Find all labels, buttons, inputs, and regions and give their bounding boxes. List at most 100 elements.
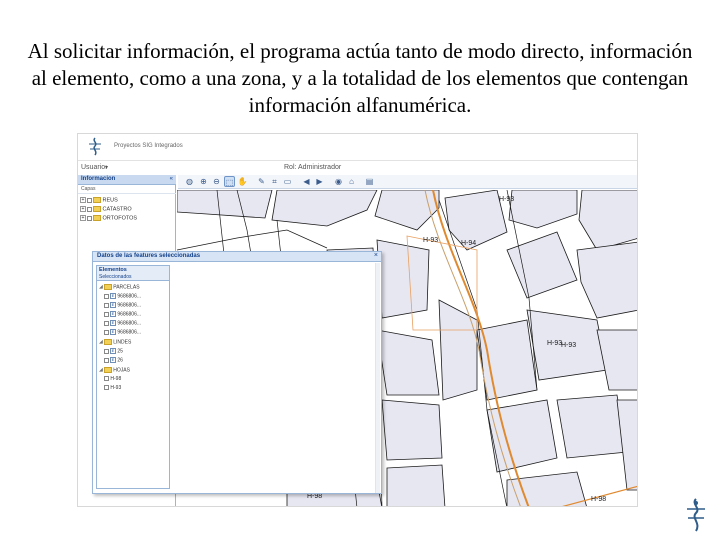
collapse-panel-icon[interactable]: « (170, 176, 173, 182)
close-icon[interactable]: × (374, 252, 378, 259)
expand-icon[interactable]: + (80, 197, 86, 203)
tree-item[interactable]: E 9686806... (103, 311, 141, 319)
print-icon[interactable]: ▤ (364, 176, 375, 187)
home-icon[interactable]: ⌂ (346, 176, 357, 187)
folder-icon (93, 215, 101, 221)
folder-icon (103, 284, 112, 290)
app-logo-icon (89, 137, 101, 156)
zoom-in-icon[interactable]: ⊕ (198, 176, 209, 187)
feature-icon: E (110, 302, 116, 308)
tree-item[interactable]: E 25 (103, 348, 123, 356)
forward-icon[interactable]: ▶ (314, 176, 325, 187)
info-panel-header[interactable]: Informacion « (78, 175, 176, 185)
tree-item-label: 9686806... (117, 302, 142, 309)
tree-item-label: 26 (117, 357, 123, 364)
layer-item-catastro[interactable]: + CATASTRO (80, 206, 132, 214)
expand-arrow-icon[interactable]: ◢ (99, 284, 103, 290)
map-label: H-98 (307, 493, 322, 500)
info-panel-title: Informacion (81, 176, 116, 182)
layer-item-ortofotos[interactable]: + ORTOFOTOS (80, 215, 137, 223)
tree-header-title: Elementos (99, 267, 127, 273)
item-checkbox[interactable] (104, 376, 109, 382)
tree-group-hojas[interactable]: ◢ HOJAS (99, 367, 130, 375)
expand-icon[interactable]: + (80, 206, 86, 212)
slide-caption: Al solicitar información, el programa ac… (27, 39, 693, 117)
layer-checkbox[interactable] (87, 215, 92, 221)
zoom-out-icon[interactable]: ⊖ (211, 176, 222, 187)
feature-details-pane (172, 265, 379, 489)
item-checkbox[interactable] (104, 302, 109, 308)
map-label: H-94 (461, 240, 476, 247)
tree-item[interactable]: E 9686806... (103, 320, 141, 328)
item-checkbox[interactable] (104, 311, 109, 317)
pan-icon[interactable]: ✋ (237, 176, 248, 187)
dialog-titlebar[interactable]: Datos de las features seleccionadas × (93, 252, 381, 262)
layer-checkbox[interactable] (87, 206, 92, 212)
tree-item[interactable]: E 26 (103, 357, 123, 365)
app-header: Proyectos SIG Integrados (78, 134, 637, 160)
tree-group-parcelas[interactable]: ◢ PARCELAS (99, 284, 140, 292)
select-area-icon[interactable]: ⬚ (224, 176, 235, 187)
tree-item-label: 9686806... (117, 293, 142, 300)
user-label: Usuario: (81, 164, 108, 171)
tree-header-subtitle: Seleccionados (99, 274, 132, 280)
folder-icon (103, 367, 112, 373)
features-tree: Elementos Seleccionados ◢ PARCELAS E 968… (96, 265, 170, 489)
folder-icon (93, 206, 101, 212)
tree-item-label: H-93 (110, 385, 122, 391)
tree-item-label: 9686806... (117, 320, 142, 327)
layer-label: ORTOFOTOS (102, 215, 138, 222)
tree-group-lindes[interactable]: ◢ LINDES (99, 339, 131, 347)
feature-icon: E (110, 293, 116, 299)
selected-features-dialog: Datos de las features seleccionadas × El… (92, 251, 382, 494)
layer-label: REUS (102, 197, 118, 204)
user-bar: Usuario: ▾ Rol: Administrador (78, 160, 637, 175)
folder-icon (103, 339, 112, 345)
map-label: H-98 (591, 496, 606, 503)
tree-item-label: 25 (117, 348, 123, 355)
tree-item[interactable]: E 9686806... (103, 329, 141, 337)
feature-icon: E (110, 357, 116, 363)
expand-icon[interactable]: + (80, 215, 86, 221)
user-dropdown-icon[interactable]: ▾ (105, 164, 108, 171)
globe-icon[interactable]: ◍ (184, 176, 195, 187)
tree-item[interactable]: E 9686806... (103, 302, 141, 310)
tree-item[interactable]: H-93 (103, 385, 121, 393)
feature-icon: E (110, 311, 116, 317)
feature-icon: E (110, 348, 116, 354)
tree-item[interactable]: H-98 (103, 376, 121, 384)
tree-item-label: 9686806... (117, 329, 142, 336)
map-label: H-93 (547, 340, 562, 347)
item-checkbox[interactable] (104, 329, 109, 335)
expand-arrow-icon[interactable]: ◢ (99, 339, 103, 345)
tree-header: Elementos Seleccionados (97, 266, 169, 281)
dialog-title: Datos de las features seleccionadas (97, 253, 201, 259)
measure-icon[interactable]: ⌗ (269, 176, 280, 187)
tree-item[interactable]: E 9686806... (103, 293, 141, 301)
item-checkbox[interactable] (104, 348, 109, 354)
folder-icon (93, 197, 101, 203)
layers-label: Capas (81, 186, 96, 192)
app-title: Proyectos SIG Integrados (114, 143, 183, 149)
binoculars-icon[interactable]: ◉ (333, 176, 344, 187)
item-checkbox[interactable] (104, 320, 109, 326)
layer-item-reus[interactable]: + REUS (80, 197, 118, 205)
layer-checkbox[interactable] (87, 197, 92, 203)
role-label: Rol: Administrador (284, 164, 342, 171)
back-icon[interactable]: ◀ (301, 176, 312, 187)
gis-app-window: Proyectos SIG Integrados Usuario: ▾ Rol:… (77, 133, 638, 507)
expand-arrow-icon[interactable]: ◢ (99, 367, 103, 373)
item-checkbox[interactable] (104, 293, 109, 299)
corner-logo-icon (687, 498, 705, 532)
item-checkbox[interactable] (104, 385, 109, 391)
tree-group-label: LINDES (113, 339, 132, 346)
layer-label: CATASTRO (102, 206, 132, 213)
draw-line-icon[interactable]: ✎ (256, 176, 267, 187)
map-label: H-93 (561, 342, 576, 349)
item-checkbox[interactable] (104, 357, 109, 363)
map-label: H-93 (499, 196, 514, 203)
erase-icon[interactable]: ▭ (282, 176, 293, 187)
dialog-scrollbar[interactable] (375, 263, 380, 493)
feature-icon: E (110, 320, 116, 326)
tree-item-label: 9686806... (117, 311, 142, 318)
